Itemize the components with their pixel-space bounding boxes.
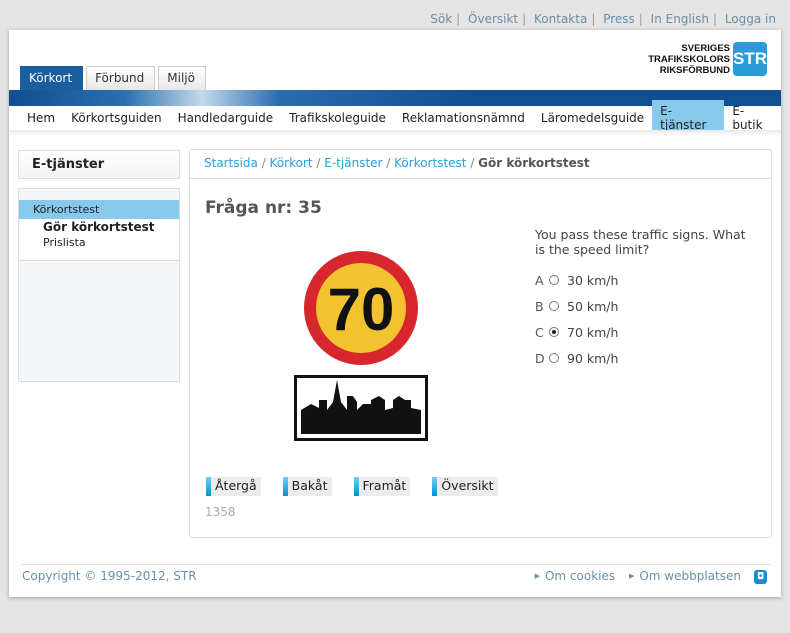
question-text: You pass these traffic signs. What is th… bbox=[535, 227, 746, 257]
svg-text:70: 70 bbox=[328, 276, 395, 343]
oversikt-button[interactable]: Översikt bbox=[432, 477, 498, 496]
option-b[interactable]: B 50 km/h bbox=[535, 293, 618, 319]
nav-korkortsguiden[interactable]: Körkortsguiden bbox=[63, 107, 169, 129]
nav-trafikskoleguide[interactable]: Trafikskoleguide bbox=[281, 107, 394, 129]
tab-miljo[interactable]: Miljö bbox=[158, 66, 206, 90]
link-in-english[interactable]: In English bbox=[651, 12, 709, 26]
copyright: Copyright © 1995-2012, STR bbox=[22, 569, 197, 583]
teamviewer-icon[interactable]: ◘ bbox=[754, 570, 767, 584]
bakat-button[interactable]: Bakåt bbox=[282, 477, 332, 496]
sidebar-menu: Körkortstest Gör körkortstest Prislista bbox=[18, 188, 180, 382]
crumb-e-tjanster[interactable]: E-tjänster bbox=[324, 156, 382, 170]
link-logga-in[interactable]: Logga in bbox=[725, 12, 776, 26]
question-title: Fråga nr: 35 bbox=[205, 198, 322, 218]
page-card: SVERIGES TRAFIKSKOLORS RIKSFÖRBUND STR Kör… bbox=[9, 30, 781, 597]
sidebar-item-gor-korkortstest[interactable]: Gör körkortstest bbox=[19, 219, 179, 235]
link-kontakta[interactable]: Kontakta bbox=[534, 12, 587, 26]
option-c[interactable]: C 70 km/h bbox=[535, 319, 618, 345]
tab-forbund[interactable]: Förbund bbox=[86, 66, 156, 90]
radio-b[interactable] bbox=[549, 301, 559, 311]
link-oversikt[interactable]: Översikt bbox=[468, 12, 518, 26]
footer-divider bbox=[21, 564, 771, 565]
link-om-webbplatsen[interactable]: Om webbplatsen bbox=[639, 569, 741, 583]
sidebar-item-prislista[interactable]: Prislista bbox=[19, 235, 179, 250]
nav-handledarguide[interactable]: Handledarguide bbox=[170, 107, 282, 129]
option-d[interactable]: D 90 km/h bbox=[535, 345, 618, 371]
framat-button[interactable]: Framåt bbox=[353, 477, 411, 496]
nav-laromedelsguide[interactable]: Läromedelsguide bbox=[533, 107, 652, 129]
crumb-startsida[interactable]: Startsida bbox=[204, 156, 258, 170]
atergå-button[interactable]: Återgå bbox=[206, 477, 261, 496]
traffic-sign-image: 70 bbox=[294, 251, 428, 441]
breadcrumb: Startsida / Körkort / E-tjänster / Körko… bbox=[190, 150, 771, 179]
radio-d[interactable] bbox=[549, 353, 559, 363]
link-om-cookies[interactable]: Om cookies bbox=[545, 569, 615, 583]
nav-reklamationsnamnd[interactable]: Reklamationsnämnd bbox=[394, 107, 533, 129]
content-panel: Startsida / Körkort / E-tjänster / Körko… bbox=[189, 149, 772, 538]
link-press[interactable]: Press bbox=[603, 12, 635, 26]
radio-a[interactable] bbox=[549, 275, 559, 285]
main-nav: Hem Körkortsguiden Handledarguide Trafik… bbox=[19, 100, 781, 136]
nav-hem[interactable]: Hem bbox=[19, 107, 63, 129]
question-code: 1358 bbox=[205, 505, 236, 519]
sidebar-item-korkortstest[interactable]: Körkortstest bbox=[19, 200, 179, 219]
crumb-current: Gör körkortstest bbox=[478, 156, 590, 170]
option-a[interactable]: A 30 km/h bbox=[535, 267, 618, 293]
link-sok[interactable]: Sök bbox=[430, 12, 452, 26]
town-sign-icon bbox=[294, 375, 428, 441]
top-links: Sök | Översikt | Kontakta | Press | In Engli… bbox=[430, 12, 776, 26]
sidebar-title: E-tjänster bbox=[18, 150, 180, 179]
radio-c[interactable] bbox=[549, 327, 559, 337]
answer-options: A 30 km/h B 50 km/h C 70 km/h D 90 km/h bbox=[535, 267, 618, 371]
tab-korkort[interactable]: Körkort bbox=[20, 66, 84, 90]
crumb-korkortstest[interactable]: Körkortstest bbox=[394, 156, 466, 170]
footer-links: ▶ Om cookies ▶ Om webbplatsen bbox=[534, 569, 741, 583]
crumb-korkort[interactable]: Körkort bbox=[270, 156, 313, 170]
str-logo[interactable]: SVERIGES TRAFIKSKOLORS RIKSFÖRBUND STR bbox=[648, 42, 767, 76]
speed-limit-sign-icon: 70 bbox=[304, 251, 418, 365]
